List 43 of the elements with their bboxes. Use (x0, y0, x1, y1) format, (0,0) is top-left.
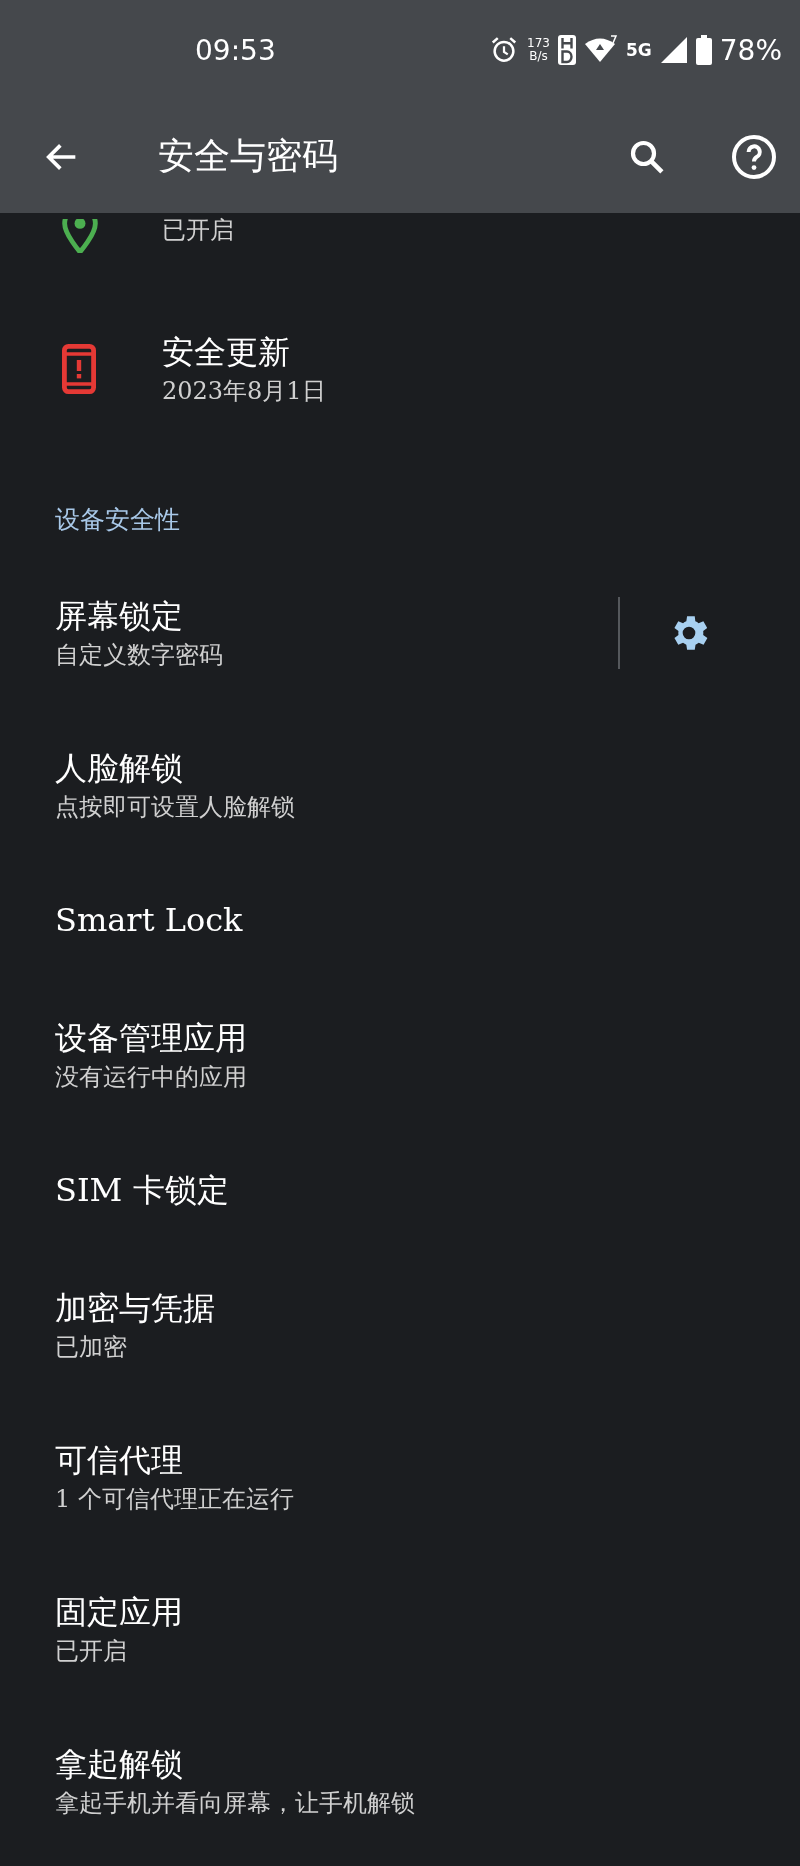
settings-item[interactable]: 人脸解锁 点按即可设置人脸解锁 (0, 709, 800, 861)
section-header: 设备安全性 (54, 504, 181, 536)
item-subtitle: 已开启 (55, 1636, 128, 1667)
network-type: 5G (625, 40, 652, 60)
item-subtitle: 2023年8月1日 (162, 376, 327, 407)
network-speed: 173 (527, 37, 550, 50)
item-subtitle: 自定义数字密码 (55, 640, 224, 671)
signal-icon (659, 36, 688, 64)
settings-item[interactable]: 屏幕锁定 自定义数字密码 (0, 557, 800, 709)
item-subtitle: 点按即可设置人脸解锁 (55, 792, 296, 823)
item-title: 固定应用 (55, 1592, 184, 1633)
item-title: 安全更新 (162, 332, 291, 373)
clock-time: 09:53 (195, 33, 276, 67)
settings-item[interactable]: 安全更新 2023年8月1日 (0, 293, 800, 445)
item-title: 拿起解锁 (55, 1744, 184, 1785)
battery-percent: 78% (719, 33, 782, 67)
page-title: 安全与密码 (158, 134, 339, 178)
item-title: SIM 卡锁定 (55, 1170, 230, 1211)
settings-item[interactable]: 加密与凭据 已加密 (0, 1249, 800, 1401)
settings-item[interactable]: Smart Lock (0, 861, 800, 979)
item-title: 屏幕锁定 (55, 596, 184, 637)
settings-item[interactable]: SIM 卡锁定 (0, 1131, 800, 1249)
settings-item[interactable]: 设备管理应用 没有运行中的应用 (0, 979, 800, 1131)
item-title: Smart Lock (55, 900, 244, 941)
battery-icon (695, 35, 712, 65)
location-pin-icon (62, 219, 98, 253)
item-title: 可信代理 (55, 1440, 184, 1481)
help-icon (730, 132, 778, 181)
item-subtitle: 已开启 (162, 215, 235, 246)
item-title: 加密与凭据 (55, 1288, 216, 1329)
speed-unit: B/s (529, 50, 548, 63)
item-title: 设备管理应用 (55, 1018, 248, 1059)
item-title: 人脸解锁 (55, 748, 184, 789)
hd-icon (557, 35, 576, 65)
settings-item[interactable]: 可信代理 1 个可信代理正在运行 (0, 1401, 800, 1553)
settings-item[interactable]: 拿起解锁 拿起手机并看向屏幕，让手机解锁 (0, 1705, 800, 1857)
item-subtitle: 没有运行中的应用 (55, 1062, 248, 1093)
settings-item[interactable]: 已开启 (0, 213, 800, 293)
item-subtitle: 已加密 (55, 1332, 128, 1363)
item-subtitle: 拿起手机并看向屏幕，让手机解锁 (55, 1788, 416, 1819)
settings-item[interactable]: 固定应用 已开启 (0, 1553, 800, 1705)
phone-alert-icon (62, 344, 96, 394)
item-subtitle: 1 个可信代理正在运行 (55, 1484, 295, 1515)
